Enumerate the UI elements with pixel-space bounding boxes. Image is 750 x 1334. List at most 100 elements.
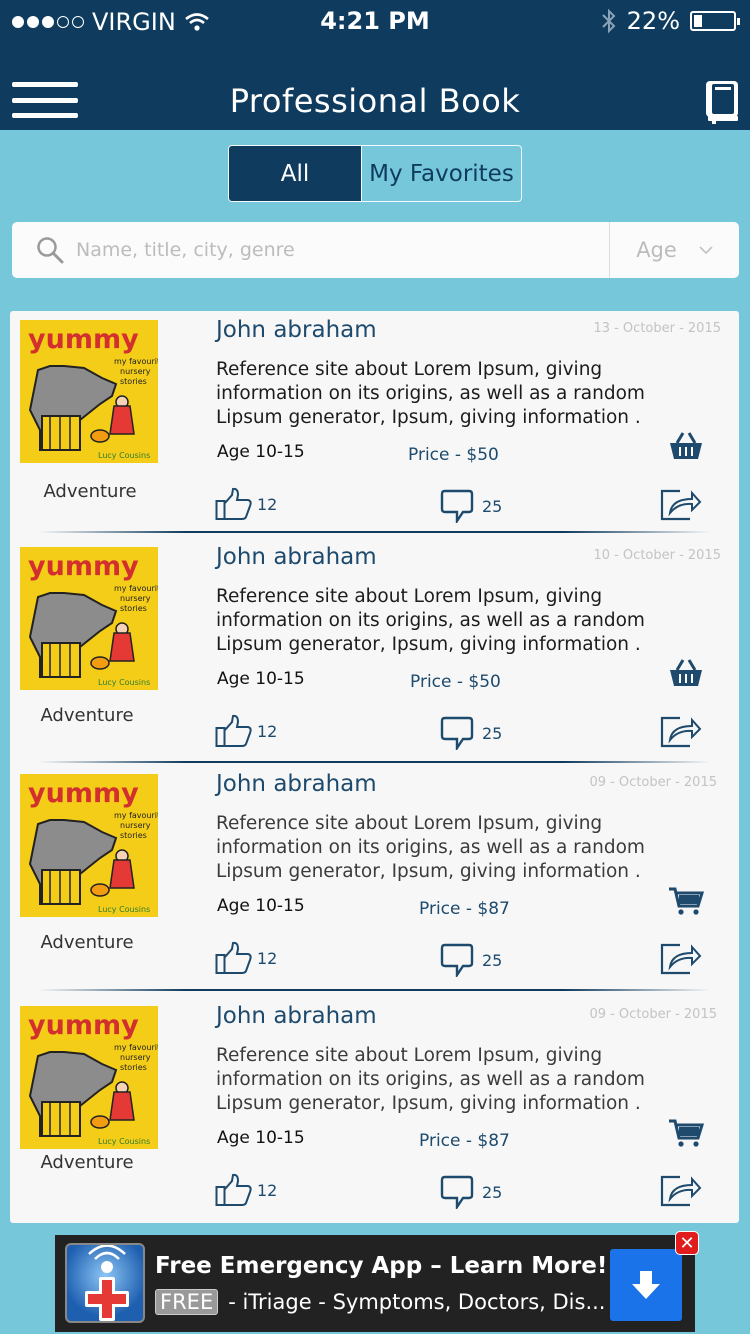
- book-card[interactable]: yummy my favourite nursery stories nurse…: [10, 765, 739, 991]
- book-card[interactable]: yummy my favourite nursery stories nurse…: [10, 311, 739, 535]
- book-date: 13 - October - 2015: [593, 321, 721, 336]
- book-date: 10 - October - 2015: [593, 548, 721, 563]
- status-right: 22%: [601, 7, 740, 35]
- book-genre: Adventure: [40, 1152, 134, 1173]
- like-count: 12: [257, 948, 278, 968]
- age-dropdown[interactable]: Age: [609, 222, 739, 278]
- comment-count: 25: [482, 950, 503, 970]
- comment-button[interactable]: 25: [440, 716, 502, 750]
- search-input[interactable]: [76, 232, 596, 268]
- ad-app-icon: [65, 1243, 145, 1323]
- book-age: Age 10-15: [217, 896, 305, 916]
- speech-bubble-icon: [440, 1175, 474, 1209]
- speech-bubble-icon: [440, 489, 474, 523]
- book-cover[interactable]: yummy my favourite nursery stories nurse…: [20, 774, 158, 917]
- card-divider: [38, 761, 711, 763]
- svg-text:stories: stories: [120, 831, 147, 840]
- svg-text:nursery: nursery: [120, 367, 151, 376]
- book-description: Reference site about Lorem Ipsum, giving…: [216, 1045, 645, 1114]
- comment-button[interactable]: 25: [440, 1175, 502, 1209]
- battery-percent: 22%: [626, 7, 680, 35]
- book-price: Price - $50: [410, 672, 501, 692]
- book-description: Reference site about Lorem Ipsum, giving…: [216, 813, 645, 882]
- svg-text:nursery: nursery: [120, 821, 151, 830]
- like-button[interactable]: 12: [215, 1173, 277, 1207]
- like-button[interactable]: 12: [215, 714, 277, 748]
- like-button[interactable]: 12: [215, 941, 277, 975]
- book-age: Age 10-15: [217, 442, 305, 462]
- comment-count: 25: [482, 496, 503, 516]
- filter-segmented-control: All My Favorites: [228, 145, 522, 202]
- svg-text:yummy: yummy: [28, 324, 139, 355]
- book-age: Age 10-15: [217, 669, 305, 689]
- book-cover[interactable]: yummy my favourite nursery stories nurse…: [20, 320, 158, 463]
- shopping-cart-icon[interactable]: [668, 886, 705, 916]
- svg-text:Lucy Cousins: Lucy Cousins: [98, 678, 150, 687]
- book-date: 09 - October - 2015: [589, 1007, 717, 1022]
- thumbs-up-icon: [215, 941, 252, 974]
- book-cover[interactable]: yummy my favourite nursery stories nurse…: [20, 547, 158, 690]
- comment-count: 25: [482, 723, 503, 743]
- book-price: Price - $50: [408, 445, 499, 465]
- search-icon: [37, 237, 64, 264]
- ad-free-badge: FREE: [155, 1289, 219, 1315]
- book-card[interactable]: yummy my favourite nursery stories nurse…: [10, 538, 739, 763]
- book-date: 09 - October - 2015: [589, 775, 717, 790]
- book-price: Price - $87: [419, 1131, 510, 1151]
- svg-text:my favourite nursery stories: my favourite nursery stories: [114, 1043, 158, 1052]
- ad-banner[interactable]: Free Emergency App – Learn More! FREE - …: [55, 1231, 699, 1332]
- tab-my-favorites[interactable]: My Favorites: [361, 146, 521, 201]
- share-icon[interactable]: [660, 1173, 702, 1207]
- basket-icon[interactable]: [668, 658, 704, 688]
- share-icon[interactable]: [660, 487, 702, 521]
- comment-button[interactable]: 25: [440, 943, 502, 977]
- bluetooth-icon: [601, 8, 616, 34]
- svg-text:nursery: nursery: [120, 1053, 151, 1062]
- book-icon[interactable]: [704, 78, 740, 124]
- book-card[interactable]: yummy my favourite nursery stories nurse…: [10, 997, 739, 1223]
- book-cover[interactable]: yummy my favourite nursery stories nurse…: [20, 1006, 158, 1149]
- svg-text:yummy: yummy: [28, 1010, 139, 1041]
- ad-text: - iTriage - Symptoms, Doctors, Dis...: [228, 1290, 606, 1314]
- card-divider: [38, 989, 711, 991]
- thumbs-up-icon: [215, 1173, 252, 1206]
- status-bar: VIRGIN 4:21 PM 22%: [0, 0, 750, 42]
- basket-icon[interactable]: [668, 431, 704, 461]
- shopping-cart-icon[interactable]: [668, 1118, 705, 1148]
- svg-text:my favourite nursery stories: my favourite nursery stories: [114, 811, 158, 820]
- svg-text:Lucy Cousins: Lucy Cousins: [98, 905, 150, 914]
- comment-count: 25: [482, 1182, 503, 1202]
- ad-headline: Free Emergency App – Learn More!: [155, 1253, 608, 1279]
- thumbs-up-icon: [215, 714, 252, 747]
- ad-download-button[interactable]: [610, 1249, 682, 1321]
- book-author[interactable]: John abraham: [216, 317, 377, 343]
- book-genre: Adventure: [40, 705, 134, 726]
- like-count: 12: [257, 721, 278, 741]
- svg-text:nursery: nursery: [120, 594, 151, 603]
- book-author[interactable]: John abraham: [216, 771, 377, 797]
- svg-text:yummy: yummy: [28, 778, 139, 809]
- svg-text:yummy: yummy: [28, 551, 139, 582]
- age-dropdown-label: Age: [636, 238, 677, 262]
- book-list: yummy my favourite nursery stories nurse…: [10, 311, 739, 1223]
- comment-button[interactable]: 25: [440, 489, 502, 523]
- svg-text:my favourite nursery stories: my favourite nursery stories: [114, 584, 158, 593]
- page-title: Professional Book: [229, 82, 521, 120]
- svg-text:Lucy Cousins: Lucy Cousins: [98, 1137, 150, 1146]
- tab-all[interactable]: All: [229, 146, 361, 201]
- book-description: Reference site about Lorem Ipsum, giving…: [216, 359, 645, 428]
- book-genre: Adventure: [43, 481, 137, 502]
- speech-bubble-icon: [440, 716, 474, 750]
- book-author[interactable]: John abraham: [216, 544, 377, 570]
- search-bar: Age: [12, 222, 739, 278]
- svg-text:stories: stories: [120, 377, 147, 386]
- ad-close-button[interactable]: ✕: [675, 1231, 699, 1255]
- share-icon[interactable]: [660, 941, 702, 975]
- like-button[interactable]: 12: [215, 487, 277, 521]
- book-author[interactable]: John abraham: [216, 1003, 377, 1029]
- speech-bubble-icon: [440, 943, 474, 977]
- share-icon[interactable]: [660, 714, 702, 748]
- book-price: Price - $87: [419, 899, 510, 919]
- like-count: 12: [257, 1180, 278, 1200]
- svg-text:stories: stories: [120, 604, 147, 613]
